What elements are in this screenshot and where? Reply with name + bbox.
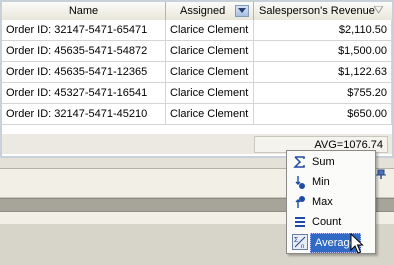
- cell-name: Order ID: 45327-5471-16541: [2, 83, 166, 104]
- max-icon: [295, 196, 305, 208]
- menu-item-label: Max: [312, 196, 333, 208]
- table-row[interactable]: Order ID: 45635-5471-54872 Clarice Cleme…: [2, 41, 392, 62]
- cell-name: Order ID: 32147-5471-45210: [2, 104, 166, 125]
- cell-name: Order ID: 45635-5471-12365: [2, 62, 166, 83]
- cell-revenue: $755.20: [254, 83, 392, 104]
- count-icon: [295, 217, 305, 227]
- mouse-cursor-icon: [350, 233, 364, 254]
- cell-name: Order ID: 45635-5471-54872: [2, 41, 166, 62]
- menu-item-label: Count: [312, 216, 342, 228]
- sigma-icon: [293, 156, 305, 168]
- cell-name: Order ID: 32147-5471-65471: [2, 20, 166, 41]
- pin-icon[interactable]: [375, 168, 389, 180]
- grid-body: Name Assigned Salesperson's Revenue Orde…: [2, 2, 392, 156]
- cell-assigned: Clarice Clement: [166, 20, 254, 41]
- cell-assigned: Clarice Clement: [166, 104, 254, 125]
- menu-item-min[interactable]: Min: [288, 172, 374, 192]
- grid-header: Name Assigned Salesperson's Revenue: [2, 2, 392, 21]
- table-row[interactable]: Order ID: 32147-5471-45210 Clarice Cleme…: [2, 104, 392, 125]
- data-grid: Name Assigned Salesperson's Revenue Orde…: [0, 0, 394, 158]
- sort-indicator-icon: [374, 6, 383, 14]
- filter-dropdown-button[interactable]: [235, 5, 249, 17]
- column-header-assigned-label: Assigned: [180, 5, 226, 17]
- menu-item-sum[interactable]: Sum: [288, 152, 374, 172]
- cell-assigned: Clarice Clement: [166, 62, 254, 83]
- cell-assigned: Clarice Clement: [166, 41, 254, 62]
- column-header-name[interactable]: Name: [2, 2, 166, 20]
- cell-revenue: $650.00: [254, 104, 392, 125]
- cell-revenue: $1,122.63: [254, 62, 392, 83]
- table-row[interactable]: Order ID: 45327-5471-16541 Clarice Cleme…: [2, 83, 392, 104]
- svg-text:Σ: Σ: [294, 237, 299, 244]
- menu-item-count[interactable]: Count: [288, 212, 374, 232]
- table-row[interactable]: Order ID: 45635-5471-12365 Clarice Cleme…: [2, 62, 392, 83]
- cell-revenue: $2,110.50: [254, 20, 392, 41]
- table-row[interactable]: Order ID: 32147-5471-65471 Clarice Cleme…: [2, 20, 392, 41]
- menu-item-label: Min: [312, 176, 330, 188]
- chevron-down-icon: [238, 8, 246, 13]
- menu-item-label: Sum: [312, 156, 335, 168]
- column-header-revenue-label: Salesperson's Revenue: [259, 5, 375, 17]
- average-icon: Σn: [292, 234, 308, 250]
- column-header-revenue[interactable]: Salesperson's Revenue: [254, 2, 392, 20]
- cell-assigned: Clarice Clement: [166, 83, 254, 104]
- svg-text:n: n: [301, 244, 304, 250]
- min-icon: [295, 176, 305, 189]
- menu-item-max[interactable]: Max: [288, 192, 374, 212]
- cell-revenue: $1,500.00: [254, 41, 392, 62]
